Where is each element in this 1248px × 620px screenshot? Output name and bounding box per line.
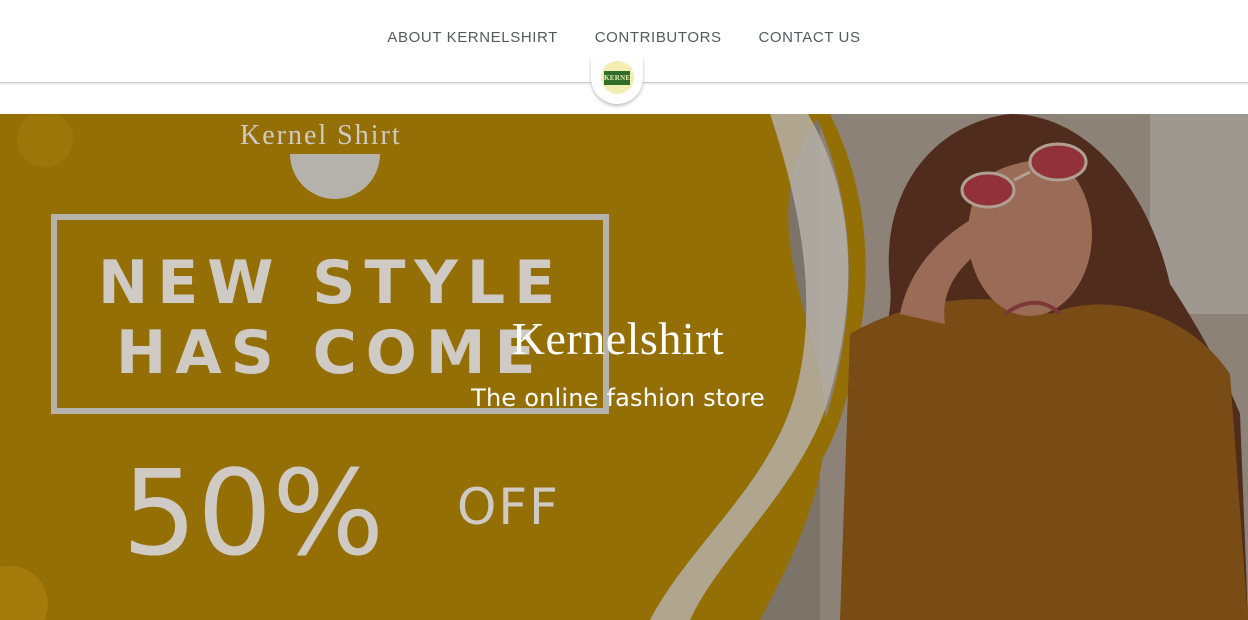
hero-banner: Kernel Shirt NEW STYLE HAS COME 50% OFF …: [0, 114, 1248, 620]
nav-contributors[interactable]: CONTRIBUTORS: [595, 29, 722, 46]
logo-text: KERNEL: [604, 70, 635, 85]
hero-title: Kernelshirt: [511, 313, 725, 364]
logo-badge[interactable]: KERNEL: [591, 58, 643, 104]
nav-contact[interactable]: CONTACT US: [758, 29, 860, 46]
site-logo: KERNEL: [600, 61, 635, 94]
banner-off: OFF: [457, 478, 560, 536]
nav-about[interactable]: ABOUT KERNELSHIRT: [387, 29, 558, 46]
banner-brand: Kernel Shirt: [240, 120, 402, 151]
main-nav: ABOUT KERNELSHIRT CONTRIBUTORS CONTACT U…: [0, 29, 1248, 46]
hero-subtitle: The online fashion store: [471, 384, 765, 412]
banner-headline-1: NEW STYLE: [98, 248, 565, 318]
banner-discount: 50%: [122, 444, 385, 582]
